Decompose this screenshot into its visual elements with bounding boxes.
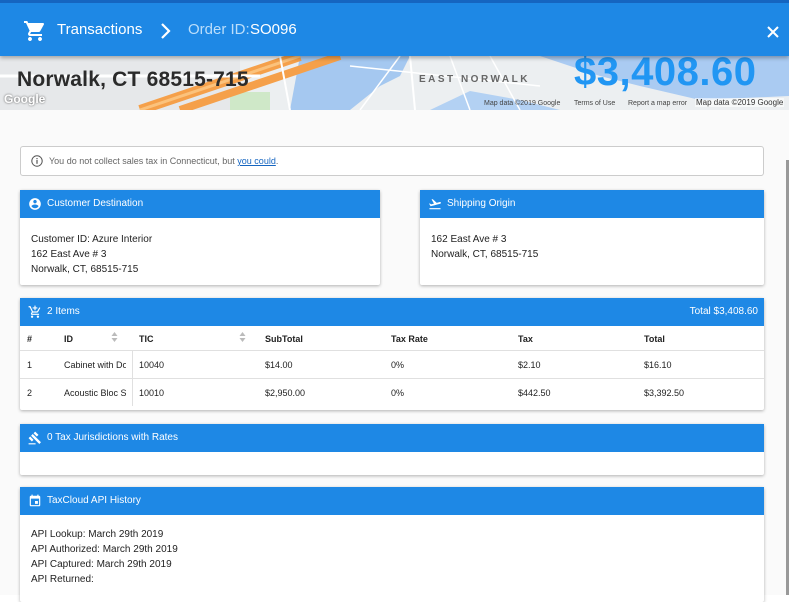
- col-header-tic[interactable]: TIC: [139, 334, 154, 344]
- shipping-origin-title: Shipping Origin: [447, 198, 516, 209]
- col-header-number[interactable]: #: [27, 334, 32, 344]
- col-header-subtotal[interactable]: SubTotal: [265, 334, 303, 344]
- info-icon: [31, 155, 43, 167]
- shipping-origin-header: Shipping Origin: [420, 190, 764, 218]
- api-history-header: TaxCloud API History: [20, 487, 764, 515]
- cell-tax-rate: 0%: [391, 360, 405, 370]
- cell-tax: $2.10: [518, 360, 541, 370]
- order-total-overlay: $3,408.60: [574, 56, 757, 94]
- cell-tic: 10040: [139, 360, 165, 370]
- close-icon[interactable]: [764, 23, 782, 41]
- gavel-icon: [28, 431, 41, 445]
- tax-jurisdictions-card: 0 Tax Jurisdictions with Rates: [20, 424, 764, 475]
- items-total: Total $3,408.60: [689, 306, 758, 317]
- items-table-header: # ID TIC SubTotal Tax Rate Tax Total: [20, 326, 764, 350]
- order-detail-content: You do not collect sales tax in Connecti…: [0, 110, 789, 602]
- order-id-label: Order ID:: [188, 21, 250, 38]
- sales-tax-notice: You do not collect sales tax in Connecti…: [20, 146, 764, 176]
- location-map[interactable]: Norwalk, CT 68515-715 EAST NORWALK $3,40…: [0, 56, 789, 110]
- origin-city-line: Norwalk, CT, 68515-715: [431, 249, 539, 260]
- api-history-card: TaxCloud API History API Lookup: March 2…: [20, 487, 764, 602]
- customer-destination-body: Customer ID: Azure Interior 162 East Ave…: [31, 232, 152, 277]
- notice-tail: .: [275, 156, 279, 166]
- report-map-error-link[interactable]: Report a map error: [628, 100, 687, 107]
- items-card: 2 Items Total $3,408.60 # ID TIC SubTota…: [20, 298, 764, 410]
- chevron-right-icon: [161, 23, 171, 39]
- api-history-body: API Lookup: March 29th 2019 API Authoriz…: [31, 527, 178, 587]
- breadcrumb-transactions[interactable]: Transactions: [57, 21, 142, 38]
- cart-icon: [24, 21, 45, 41]
- you-could-link[interactable]: you could: [237, 156, 276, 166]
- terms-of-use-link[interactable]: Terms of Use: [574, 100, 615, 107]
- sort-icon[interactable]: [239, 331, 246, 343]
- col-header-tax[interactable]: Tax: [518, 334, 533, 344]
- cell-id: Acoustic Bloc Screens: [64, 388, 126, 398]
- col-header-total[interactable]: Total: [644, 334, 665, 344]
- col-header-id[interactable]: ID: [64, 334, 73, 344]
- customer-id-line: Customer ID: Azure Interior: [31, 234, 153, 245]
- customer-destination-title: Customer Destination: [47, 198, 144, 209]
- api-returned-line: API Returned:: [31, 574, 94, 585]
- cell-total: $16.10: [644, 360, 672, 370]
- notice-message: You do not collect sales tax in Connecti…: [49, 156, 238, 166]
- destination-city-line: Norwalk, CT, 68515-715: [31, 264, 139, 275]
- items-header: 2 Items Total $3,408.60: [20, 298, 764, 326]
- cell-tax-rate: 0%: [391, 388, 405, 398]
- map-data-credit: Map data ©2019 Google: [484, 100, 561, 107]
- cell-subtotal: $14.00: [265, 360, 293, 370]
- api-lookup-line: API Lookup: March 29th 2019: [31, 529, 164, 540]
- cell-tax: $442.50: [518, 388, 551, 398]
- cell-number: 2: [27, 388, 33, 398]
- google-logo: Google: [4, 92, 46, 106]
- col-header-tax-rate[interactable]: Tax Rate: [391, 334, 428, 344]
- api-captured-line: API Captured: March 29th 2019: [31, 559, 172, 570]
- map-neighborhood-label: EAST NORWALK: [419, 74, 530, 85]
- column-divider: [132, 350, 133, 406]
- app-header: Transactions Order ID: SO096: [0, 0, 789, 56]
- order-id-value: SO096: [250, 21, 297, 38]
- notice-text: You do not collect sales tax in Connecti…: [49, 156, 278, 166]
- customer-destination-card: Customer Destination Customer ID: Azure …: [20, 190, 380, 285]
- shipping-origin-body: 162 East Ave # 3 Norwalk, CT, 68515-715: [431, 232, 538, 262]
- map-address: Norwalk, CT 68515-715: [17, 68, 249, 91]
- cell-tic: 10010: [139, 388, 165, 398]
- customer-destination-header: Customer Destination: [20, 190, 380, 218]
- map-data-credit-2: Map data ©2019 Google: [695, 98, 785, 107]
- tax-jurisdictions-title: 0 Tax Jurisdictions with Rates: [47, 432, 178, 443]
- cell-id: Cabinet with Doors: [64, 360, 126, 370]
- destination-street-line: 162 East Ave # 3: [31, 249, 107, 260]
- flight-takeoff-icon: [429, 199, 441, 210]
- cell-total: $3,392.50: [644, 388, 685, 398]
- calendar-icon: [29, 494, 41, 507]
- origin-street-line: 162 East Ave # 3: [431, 234, 507, 245]
- cell-subtotal: $2,950.00: [265, 388, 306, 398]
- items-count-title: 2 Items: [47, 306, 80, 317]
- sort-icon[interactable]: [111, 331, 118, 343]
- api-authorized-line: API Authorized: March 29th 2019: [31, 544, 178, 555]
- shipping-origin-card: Shipping Origin 162 East Ave # 3 Norwalk…: [420, 190, 764, 285]
- add-shopping-cart-icon: [28, 305, 41, 318]
- cell-number: 1: [27, 360, 33, 370]
- account-circle-icon: [29, 198, 41, 210]
- api-history-title: TaxCloud API History: [47, 495, 141, 506]
- tax-jurisdictions-header: 0 Tax Jurisdictions with Rates: [20, 424, 764, 452]
